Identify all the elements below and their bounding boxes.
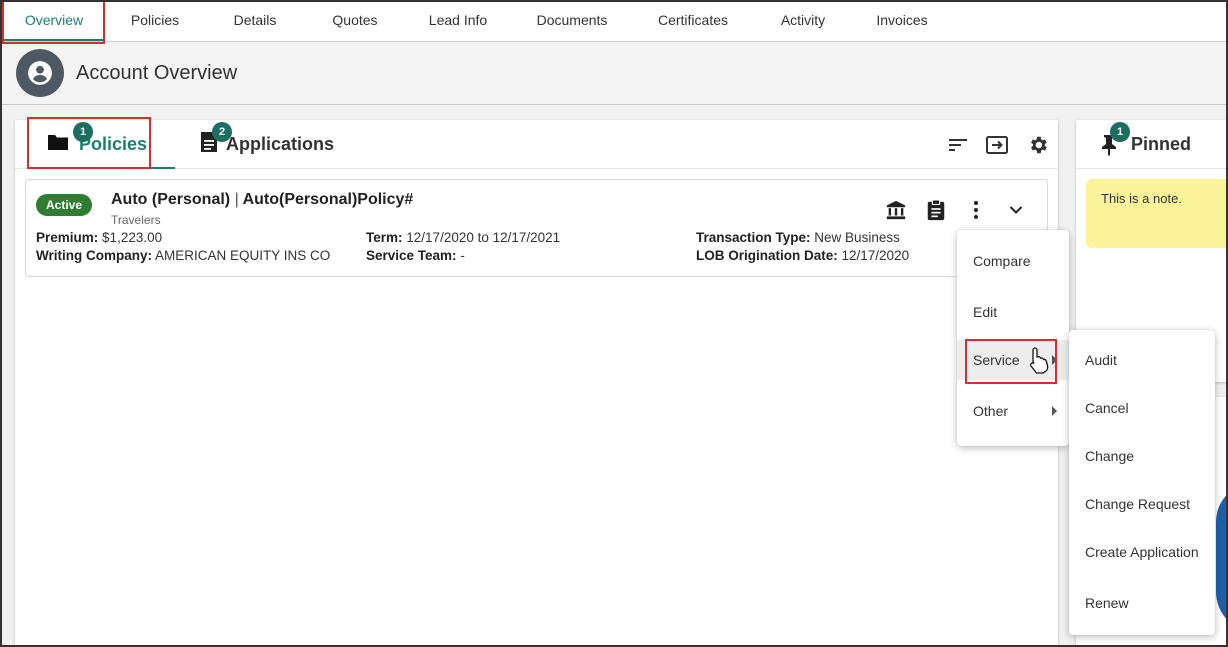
policy-number: Auto(Personal)Policy# [242,191,414,208]
tab-quotes[interactable]: Quotes [320,0,390,41]
tab-card-applications[interactable]: Applications 2 [200,120,360,168]
submenu-item-change-request[interactable]: Change Request [1069,484,1215,524]
top-nav: Overview Policies Details Quotes Lead In… [0,0,1228,42]
policy-title-separator: | [234,191,239,208]
applications-tab-label: Applications [226,133,335,154]
menu-item-service[interactable]: Service [957,340,1069,380]
premium-field: Premium: $1,223.00 [36,230,163,245]
card-tabs: Policies 1 Applications 2 [15,120,1058,169]
menu-item-other[interactable]: Other [957,391,1069,431]
submenu-item-renew[interactable]: Renew [1069,583,1215,623]
clipboard-icon[interactable] [924,198,948,222]
menu-item-service-label: Service [973,352,1020,368]
term-field: Term: 12/17/2020 to 12/17/2021 [366,230,561,245]
tab-policies[interactable]: Policies [115,0,195,41]
export-icon[interactable] [984,132,1010,158]
service-team-field: Service Team: - [366,248,465,263]
transaction-type-field: Transaction Type: New Business [696,230,900,245]
account-header: Account Overview [0,42,1228,105]
policy-line: Auto (Personal) [111,191,231,208]
pinned-title: Pinned [1131,134,1192,154]
tab-lead-info[interactable]: Lead Info [418,0,498,41]
menu-item-edit[interactable]: Edit [957,292,1069,332]
submenu-item-cancel[interactable]: Cancel [1069,388,1215,428]
lob-origination-field: LOB Origination Date: 12/17/2020 [696,248,910,263]
submenu-arrow-icon [1052,355,1057,365]
menu-item-other-label: Other [973,403,1009,419]
bank-icon[interactable] [884,198,908,222]
chevron-down-icon[interactable] [1004,198,1028,222]
tab-card-policies[interactable]: Policies 1 [29,120,175,169]
account-circle-icon [16,49,64,97]
status-badge: Active [36,194,93,216]
tab-certificates[interactable]: Certificates [648,0,738,41]
service-submenu: Audit Cancel Change Change Request Creat… [1069,330,1215,635]
chart-shape [1216,482,1228,632]
submenu-item-audit[interactable]: Audit [1069,340,1215,380]
policy-row[interactable]: Active Auto (Personal) | Auto(Personal)P… [25,179,1048,277]
submenu-item-change[interactable]: Change [1069,436,1215,476]
gear-icon[interactable] [1025,132,1051,158]
submenu-item-create-application[interactable]: Create Application [1069,532,1215,572]
tab-invoices[interactable]: Invoices [868,0,936,41]
menu-item-compare[interactable]: Compare [957,241,1069,281]
tab-details[interactable]: Details [220,0,290,41]
applications-count-badge: 2 [212,122,232,142]
tab-documents[interactable]: Documents [528,0,616,41]
policies-count-badge: 1 [73,122,93,142]
submenu-arrow-icon [1052,406,1057,416]
policy-context-menu: Compare Edit Service Other [957,230,1069,446]
tab-overview[interactable]: Overview [4,0,104,41]
pinned-count-badge: 1 [1110,122,1130,142]
tab-activity[interactable]: Activity [770,0,836,41]
pinned-note[interactable]: This is a note. [1086,179,1228,248]
pinned-header: 1 Pinned [1076,120,1228,169]
page-title: Account Overview [76,62,238,84]
policy-carrier: Travelers [111,213,161,227]
policies-card: Policies 1 Applications 2 Active Auto (P… [15,120,1058,647]
sort-icon[interactable] [945,132,971,158]
more-vert-icon[interactable] [964,198,988,222]
writing-company-field: Writing Company: AMERICAN EQUITY INS CO [36,248,331,263]
hand-cursor-icon [1028,346,1050,379]
policy-title[interactable]: Auto (Personal) | Auto(Personal)Policy# [111,191,413,209]
folder-icon [47,133,69,156]
